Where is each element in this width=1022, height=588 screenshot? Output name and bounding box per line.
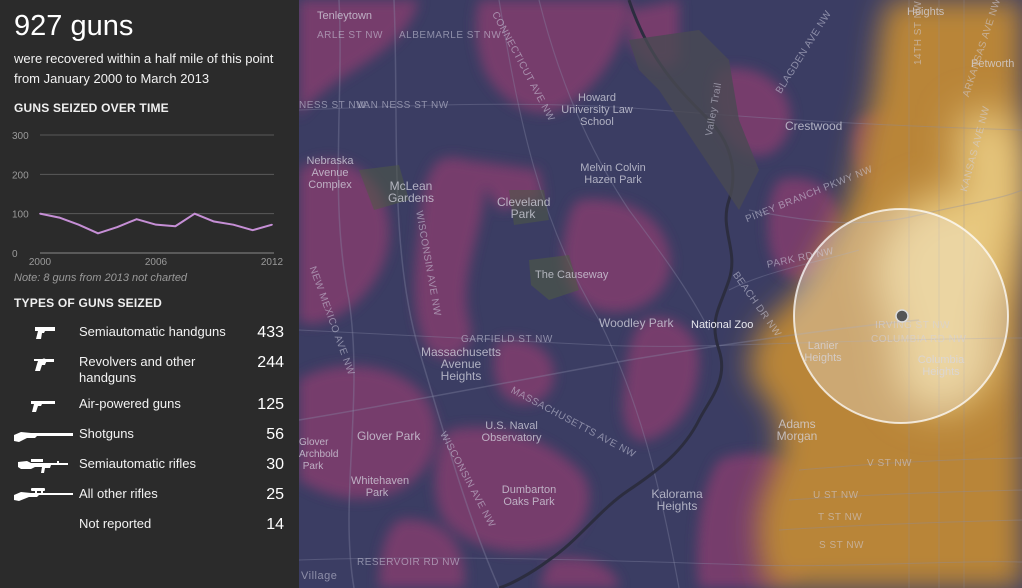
place-label: Glover Park [357, 429, 421, 443]
gun-type-row: Semiautomatic rifles 30 [0, 456, 299, 484]
data-point [39, 212, 41, 215]
x-tick-label: 2006 [145, 257, 168, 268]
street-label: NESS ST NW [299, 100, 367, 111]
place-label: Lanier Heights [804, 340, 842, 364]
street-label: ALBEMARLE ST NW [399, 30, 502, 41]
gun-type-row: Not reported 14 [0, 516, 299, 544]
place-label: Nebraska Avenue Complex [306, 155, 354, 191]
data-point [155, 223, 157, 226]
place-label: Adams Morgan [776, 417, 818, 443]
gun-type-label: Not reported [79, 516, 152, 531]
data-point [232, 223, 235, 226]
gun-type-label: Semiautomatic rifles [79, 456, 197, 471]
shotgun-icon [13, 429, 75, 448]
gun-count-headline: 927 guns [14, 10, 134, 42]
data-point [251, 229, 254, 231]
data-point [135, 218, 138, 220]
gun-type-row: Semiautomatic handguns 433 [0, 324, 299, 352]
gun-type-row: Revolvers and other handguns 244 [0, 354, 299, 385]
revolver-icon [32, 356, 56, 377]
street-label: VAN NESS ST NW [357, 100, 449, 111]
data-point [77, 223, 80, 226]
place-label: McLean Gardens [387, 179, 435, 205]
place-label: Melvin Colvin Hazen Park [580, 162, 646, 186]
summary-line-2: from January 2000 to March 2013 [14, 71, 210, 86]
gun-density-map[interactable]: ARLE ST NW ALBEMARLE ST NW NESS ST NW VA… [299, 0, 1022, 588]
gun-type-label: Semiautomatic handguns [79, 324, 226, 339]
place-label: U.S. Naval Observatory [481, 420, 542, 444]
place-label: Glover Archbold Park [299, 437, 339, 472]
place-label: Cleveland Park [497, 195, 551, 221]
street-label: IRVING ST NW [875, 320, 951, 331]
place-label: Woodley Park [599, 316, 674, 330]
street-label: V ST NW [867, 458, 912, 469]
y-tick-label: 200 [12, 170, 29, 181]
place-label: Massachusetts Avenue Heights [421, 345, 502, 383]
x-tick-label: 2012 [261, 257, 284, 268]
guns-over-time-chart: 0 100 200 300 2000 2006 2012 [12, 131, 284, 268]
place-label: Heights [907, 6, 945, 18]
street-label: RESERVOIR RD NW [357, 557, 460, 568]
place-label: Tenleytown [317, 10, 373, 22]
gun-type-label: All other rifles [79, 486, 158, 501]
gun-type-label: Air-powered guns [79, 396, 181, 411]
place-label-village: Village [301, 570, 338, 582]
gun-type-count: 56 [266, 426, 284, 443]
info-panel: 927 guns were recovered within a half mi… [0, 0, 299, 588]
data-point [213, 220, 215, 223]
place-label: Crestwood [785, 119, 843, 133]
chart-note: Note: 8 guns from 2013 not charted [14, 272, 188, 284]
street-label: COLUMBIA RD NW [871, 334, 967, 345]
series-line [39, 212, 273, 235]
y-tick-label: 300 [12, 131, 29, 142]
gun-type-row: Air-powered guns 125 [0, 396, 299, 424]
street-label: S ST NW [819, 540, 864, 551]
gun-type-label: Shotguns [79, 426, 134, 441]
place-label: National Zoo [691, 319, 754, 331]
gun-type-count: 433 [257, 324, 284, 341]
map-view: ARLE ST NW ALBEMARLE ST NW NESS ST NW VA… [0, 0, 1022, 588]
data-point [97, 232, 99, 235]
air-gun-icon [30, 399, 56, 418]
place-label: Dumbarton Oaks Park [501, 484, 557, 508]
gun-type-count: 244 [257, 354, 284, 371]
street-label: ARLE ST NW [317, 30, 383, 41]
gun-type-row: All other rifles 25 [0, 486, 299, 514]
street-label: U ST NW [813, 490, 859, 501]
y-tick-label: 0 [12, 249, 18, 260]
rifle-icon [13, 487, 75, 508]
gun-type-row: Shotguns 56 [0, 426, 299, 454]
data-point [116, 226, 119, 228]
handgun-icon [34, 325, 56, 346]
data-point [58, 216, 61, 219]
place-label: Whitehaven Park [351, 475, 410, 499]
data-point [174, 225, 177, 228]
data-point [271, 223, 273, 226]
place-label: Kalorama Heights [651, 487, 703, 513]
data-point [193, 212, 196, 215]
place-label: Howard University Law School [561, 92, 633, 128]
x-tick-label: 2000 [29, 257, 52, 268]
types-title: TYPES OF GUNS SEIZED [14, 296, 163, 310]
chart-title: GUNS SEIZED OVER TIME [14, 101, 169, 115]
summary-line-1: were recovered within a half mile of thi… [14, 51, 274, 66]
gun-type-count: 14 [266, 516, 284, 533]
street-label: T ST NW [818, 512, 863, 523]
place-label: The Causeway [535, 269, 609, 281]
street-label: GARFIELD ST NW [461, 334, 553, 345]
gun-type-label: Revolvers and other handguns [79, 354, 196, 385]
gun-type-count: 25 [266, 486, 284, 503]
y-tick-label: 100 [12, 210, 29, 221]
semiautomatic-rifle-icon [17, 457, 69, 480]
gun-type-count: 30 [266, 456, 284, 473]
place-label: Columbia Heights [917, 354, 965, 378]
place-label: Petworth [971, 58, 1015, 70]
gun-type-count: 125 [257, 396, 284, 413]
